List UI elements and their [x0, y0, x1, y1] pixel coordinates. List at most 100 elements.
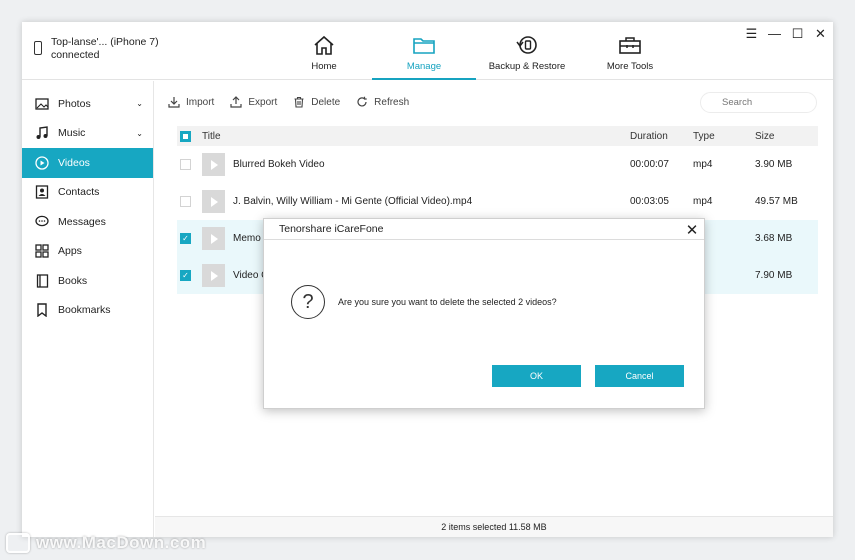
apps-icon	[34, 244, 50, 258]
cancel-button[interactable]: Cancel	[595, 365, 684, 387]
music-icon	[34, 126, 50, 140]
row-duration: 00:00:07	[630, 159, 669, 170]
selection-summary: 2 items selected 11.58 MB	[441, 522, 547, 532]
table-header: Title Duration Type Size	[177, 126, 818, 146]
bookmark-icon	[34, 303, 50, 318]
device-name: Top-lanse'... (iPhone 7)	[51, 36, 159, 48]
window-controls: ☰ — ☐ ✕	[745, 26, 827, 42]
message-icon	[34, 215, 50, 229]
sidebar-item-label: Messages	[58, 215, 106, 228]
dialog-message: Are you sure you want to delete the sele…	[338, 297, 557, 307]
folder-icon	[413, 38, 435, 54]
sidebar-item-apps[interactable]: Apps	[22, 237, 153, 267]
sidebar-item-books[interactable]: Books	[22, 266, 153, 296]
row-title: J. Balvin, Willy William - Mi Gente (Off…	[233, 196, 473, 207]
watermark-text: www.MacDown.com	[36, 533, 207, 552]
minimize-icon[interactable]: —	[768, 26, 781, 42]
refresh-button[interactable]: Refresh	[356, 96, 409, 108]
column-size[interactable]: Size	[755, 131, 815, 142]
select-all-checkbox[interactable]	[180, 130, 191, 142]
chevron-down-icon[interactable]: ⌄	[136, 99, 143, 108]
status-bar: 2 items selected 11.58 MB	[155, 516, 833, 537]
play-circle-icon	[34, 156, 50, 170]
export-label: Export	[248, 96, 278, 108]
column-type[interactable]: Type	[693, 131, 755, 142]
import-icon	[168, 97, 180, 108]
nav-home[interactable]: Home	[276, 22, 372, 80]
video-thumbnail	[202, 264, 225, 287]
search-input[interactable]	[700, 92, 817, 113]
row-type: mp4	[693, 196, 713, 207]
sidebar-item-bookmarks[interactable]: Bookmarks	[22, 296, 153, 326]
dialog-title: Tenorshare iCareFone	[279, 223, 384, 235]
device-info: Top-lanse'... (iPhone 7) connected	[34, 36, 159, 66]
import-label: Import	[186, 96, 215, 108]
nav-backup-restore[interactable]: Backup & Restore	[476, 22, 578, 80]
row-checkbox[interactable]: ✓	[180, 270, 191, 281]
row-size: 49.57 MB	[755, 196, 798, 207]
row-size: 7.90 MB	[755, 270, 793, 281]
video-thumbnail	[202, 227, 225, 250]
column-title[interactable]: Title	[202, 131, 630, 142]
contacts-icon	[34, 185, 50, 199]
row-size: 3.68 MB	[755, 233, 793, 244]
home-icon	[314, 35, 334, 55]
app-header: Top-lanse'... (iPhone 7) connected Home …	[22, 22, 833, 80]
row-checkbox[interactable]	[180, 196, 191, 207]
dialog-header: Tenorshare iCareFone ✕	[264, 219, 704, 240]
sidebar-item-label: Photos	[58, 97, 91, 110]
sidebar-item-messages[interactable]: Messages	[22, 207, 153, 237]
sidebar-item-contacts[interactable]: Contacts	[22, 178, 153, 208]
row-type: mp4	[693, 159, 713, 170]
sidebar-item-videos[interactable]: Videos	[22, 148, 153, 178]
sidebar-item-label: Apps	[58, 245, 82, 258]
photo-icon	[34, 97, 50, 111]
sidebar-item-photos[interactable]: Photos ⌄	[22, 89, 153, 119]
delete-label: Delete	[311, 96, 341, 108]
row-duration: 00:03:05	[630, 196, 669, 207]
nav-home-label: Home	[311, 61, 337, 72]
row-title: Memo	[233, 233, 261, 244]
delete-button[interactable]: Delete	[293, 96, 340, 108]
main-nav: Home Manage Backup & Restore More Tools	[276, 22, 682, 80]
video-thumbnail	[202, 190, 225, 213]
sidebar-item-label: Bookmarks	[58, 304, 111, 317]
backup-restore-icon	[516, 36, 537, 54]
row-checkbox[interactable]	[180, 159, 191, 170]
sidebar-item-label: Books	[58, 274, 88, 287]
row-title: Blurred Bokeh Video	[233, 159, 325, 170]
chevron-down-icon[interactable]: ⌄	[136, 129, 143, 138]
refresh-label: Refresh	[374, 96, 410, 108]
toolbar: Import Export Delete Refresh	[168, 94, 425, 110]
maximize-icon[interactable]: ☐	[791, 26, 804, 42]
nav-more-tools[interactable]: More Tools	[578, 22, 682, 80]
import-button[interactable]: Import	[168, 96, 214, 108]
sidebar: Photos ⌄ Music ⌄ Videos Contacts Message…	[22, 81, 154, 537]
watermark-logo-icon	[6, 533, 30, 553]
sidebar-item-label: Videos	[58, 156, 90, 169]
nav-backup-label: Backup & Restore	[488, 61, 566, 72]
export-button[interactable]: Export	[230, 96, 277, 108]
table-row[interactable]: Blurred Bokeh Video 00:00:07 mp4 3.90 MB	[177, 146, 818, 183]
row-checkbox[interactable]: ✓	[180, 233, 191, 244]
table-row[interactable]: J. Balvin, Willy William - Mi Gente (Off…	[177, 183, 818, 220]
book-icon	[34, 274, 50, 288]
sidebar-item-label: Contacts	[58, 186, 100, 199]
sidebar-item-music[interactable]: Music ⌄	[22, 119, 153, 149]
nav-manage[interactable]: Manage	[372, 22, 476, 80]
video-thumbnail	[202, 153, 225, 176]
nav-tools-label: More Tools	[606, 61, 654, 72]
sidebar-item-label: Music	[58, 127, 86, 140]
refresh-icon	[357, 96, 367, 107]
nav-manage-label: Manage	[406, 61, 442, 72]
dialog-close-icon[interactable]: ✕	[685, 221, 699, 239]
trash-icon	[294, 96, 304, 108]
column-duration[interactable]: Duration	[630, 131, 693, 142]
device-status: connected	[51, 49, 100, 61]
confirm-delete-dialog: Tenorshare iCareFone ✕ ? Are you sure yo…	[263, 218, 705, 409]
phone-icon	[34, 41, 42, 55]
menu-icon[interactable]: ☰	[745, 26, 758, 42]
row-size: 3.90 MB	[755, 159, 793, 170]
ok-button[interactable]: OK	[492, 365, 581, 387]
close-icon[interactable]: ✕	[814, 26, 827, 42]
